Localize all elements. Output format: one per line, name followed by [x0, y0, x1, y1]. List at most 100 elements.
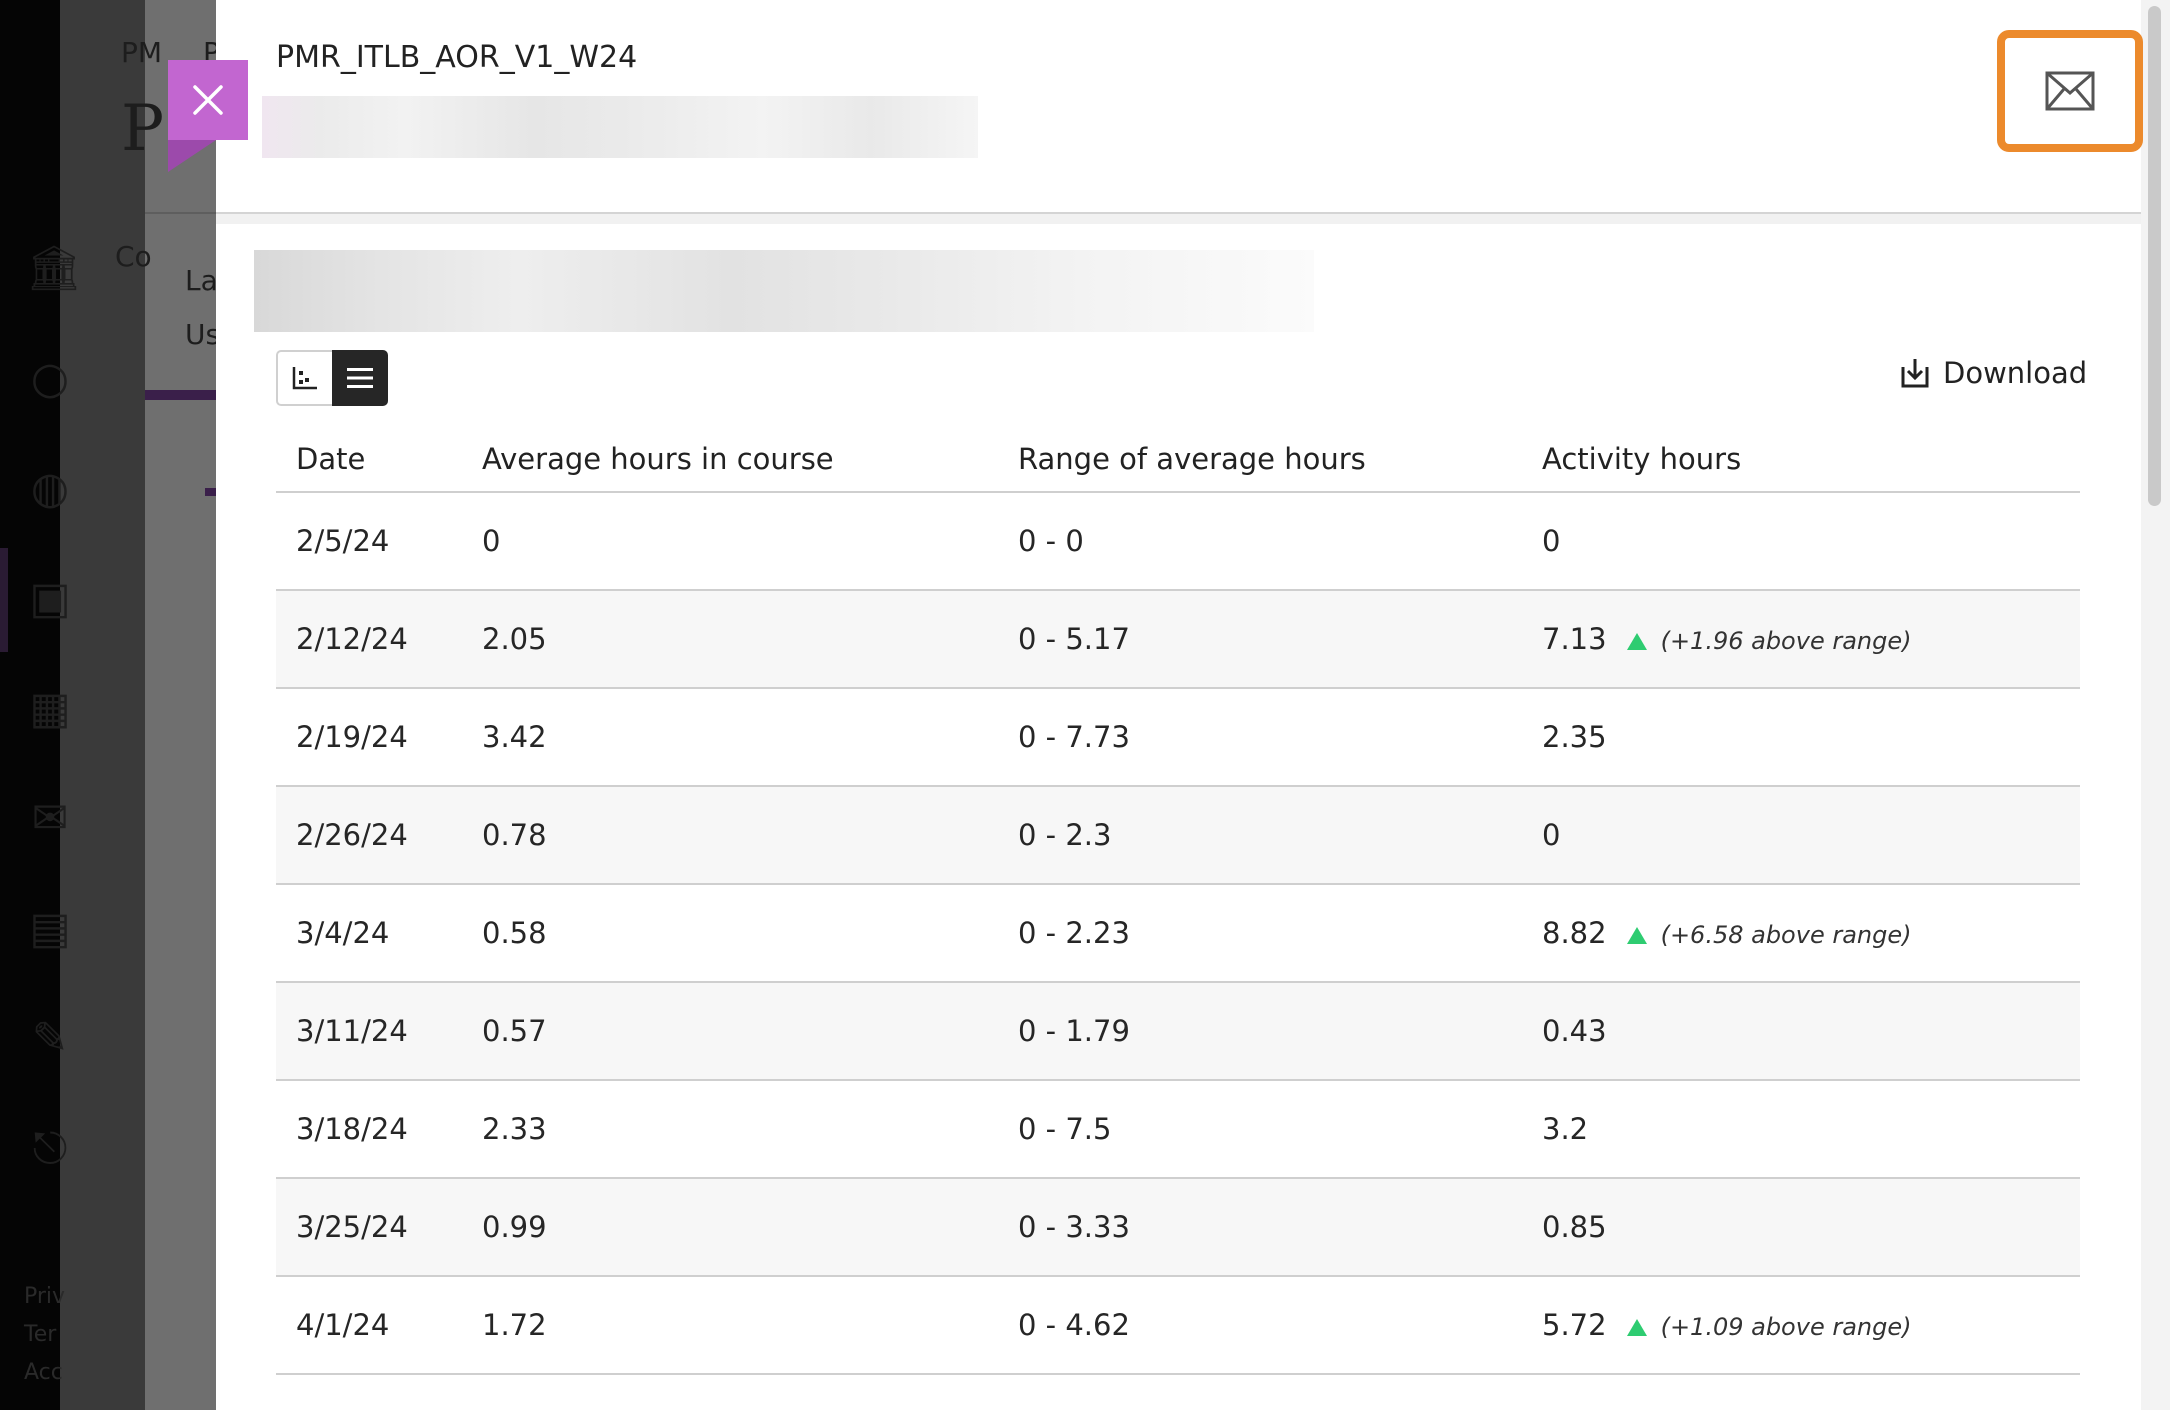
cell-average-hours-value: 2.05 [482, 622, 547, 656]
tools-icon: ✎ [31, 1013, 69, 1064]
scatter-chart-icon [292, 367, 317, 390]
above-range-note: (+1.96 above range) [1660, 627, 1912, 655]
table-row: 2/12/24 2.05 0 - 5.17 7.13 (+1.96 above rang… [276, 590, 2080, 689]
cell-date: 2/12/24 [276, 590, 462, 689]
scrollbar-thumb[interactable] [2148, 6, 2161, 506]
table-row: 2/5/24 0 0 - 0 0 [276, 492, 2080, 591]
bg-label-1: La [185, 264, 218, 297]
footer-link-terms: Ter [24, 1322, 57, 1347]
cell-range-value: 0 - 2.3 [1018, 818, 1112, 852]
cell-activity-hours-value: 0 [1542, 818, 1561, 852]
cell-average-hours: 1.72 [462, 1276, 998, 1375]
close-icon [193, 85, 223, 115]
view-toggle [276, 350, 388, 406]
table-row: 2/26/24 0.78 0 - 2.3 0 [276, 786, 2080, 885]
column-header-activity-hours[interactable]: Activity hours [1522, 430, 2080, 493]
column-header-average-hours[interactable]: Average hours in course [462, 430, 998, 493]
cell-activity-hours-value: 5.72 [1542, 1308, 1607, 1342]
footer-link-privacy: Priv [24, 1284, 66, 1309]
cell-range-value: 0 - 7.5 [1018, 1112, 1112, 1146]
cell-date-value: 2/5/24 [296, 524, 390, 558]
table-view-button[interactable] [332, 350, 388, 406]
table-row: 3/4/24 0.58 0 - 2.23 8.82 (+6.58 above range… [276, 884, 2080, 983]
cell-average-hours: 0.57 [462, 982, 998, 1081]
cell-range: 0 - 2.3 [998, 786, 1522, 885]
send-message-button[interactable] [1997, 30, 2143, 152]
cell-range: 0 - 7.5 [998, 1080, 1522, 1179]
background-active-indicator [0, 548, 8, 652]
bg-tab-content: Co [115, 240, 152, 273]
above-range-up-icon [1626, 927, 1647, 944]
calendar-icon: ▦ [29, 683, 71, 734]
cell-activity-hours: 0 [1522, 492, 2080, 591]
cell-range-value: 0 - 2.23 [1018, 916, 1130, 950]
column-header-date[interactable]: Date [276, 430, 462, 493]
institution-icon: 🏛 [26, 243, 82, 294]
profile-icon: ○ [30, 353, 70, 404]
list-icon [347, 368, 373, 388]
redacted-section-heading [254, 250, 1314, 332]
cell-date: 3/4/24 [276, 884, 462, 983]
cell-activity-hours-value: 7.13 [1542, 622, 1607, 656]
cell-range: 0 - 3.33 [998, 1178, 1522, 1277]
cell-average-hours-value: 1.72 [482, 1308, 547, 1342]
cell-date: 3/18/24 [276, 1080, 462, 1179]
cell-date: 4/1/24 [276, 1276, 462, 1375]
footer-link-accessibility: Acc [24, 1360, 63, 1385]
cell-activity-hours-value: 3.2 [1542, 1112, 1589, 1146]
download-label: Download [1943, 356, 2088, 390]
mail-icon [2045, 71, 2095, 111]
cell-range: 0 - 7.73 [998, 688, 1522, 787]
cell-range-value: 0 - 7.73 [1018, 720, 1130, 754]
cell-date-value: 2/26/24 [296, 818, 408, 852]
table-row: 3/25/24 0.99 0 - 3.33 0.85 [276, 1178, 2080, 1277]
header-shadow [216, 214, 2141, 224]
cell-average-hours: 0 [462, 492, 998, 591]
cell-activity-hours-value: 0 [1542, 524, 1561, 558]
download-button[interactable]: Download [1899, 356, 2087, 390]
course-code: PMR_ITLB_AOR_V1_W24 [276, 40, 638, 75]
cell-activity-hours: 0 [1522, 786, 2080, 885]
cell-date-value: 3/25/24 [296, 1210, 408, 1244]
signout-icon: ⎋ [32, 1123, 68, 1174]
cell-date-value: 2/19/24 [296, 720, 408, 754]
grades-icon: ▤ [29, 903, 71, 954]
cell-range-value: 0 - 3.33 [1018, 1210, 1130, 1244]
cell-date: 3/25/24 [276, 1178, 462, 1277]
cell-activity-hours: 2.35 [1522, 688, 2080, 787]
above-range-note: (+1.09 above range) [1660, 1313, 1912, 1341]
cell-range: 0 - 4.62 [998, 1276, 1522, 1375]
bg-page-title: P [121, 92, 165, 166]
cell-date: 3/11/24 [276, 982, 462, 1081]
background-footer-links: Priv Ter Acc [24, 1278, 65, 1392]
cell-activity-hours-value: 2.35 [1542, 720, 1607, 754]
cell-average-hours-value: 0.57 [482, 1014, 547, 1048]
cell-range-value: 0 - 5.17 [1018, 622, 1130, 656]
column-header-range[interactable]: Range of average hours [998, 430, 1522, 493]
background-sidebar: 🏛 ○ ◍ ▣ ▦ ✉ ▤ ✎ ⎋ Priv Ter Acc [0, 0, 145, 1410]
download-icon [1901, 359, 1929, 388]
cell-average-hours-value: 2.33 [482, 1112, 547, 1146]
close-panel-button[interactable] [168, 60, 248, 140]
table-row: 3/11/24 0.57 0 - 1.79 0.43 [276, 982, 2080, 1081]
cell-activity-hours: 7.13 (+1.96 above range) [1522, 590, 2080, 689]
cell-range-value: 0 - 1.79 [1018, 1014, 1130, 1048]
cell-date-value: 3/18/24 [296, 1112, 408, 1146]
cell-activity-hours-value: 0.85 [1542, 1210, 1607, 1244]
cell-average-hours-value: 0.99 [482, 1210, 547, 1244]
cell-range: 0 - 5.17 [998, 590, 1522, 689]
student-activity-panel: PMR_ITLB_AOR_V1_W24 Download Date Averag… [216, 0, 2141, 1410]
table-header-row: Date Average hours in course Range of av… [276, 430, 2080, 493]
above-range-up-icon [1626, 1319, 1647, 1336]
chart-view-button[interactable] [276, 350, 332, 406]
cell-range: 0 - 0 [998, 492, 1522, 591]
table-row: 4/1/24 1.72 0 - 4.62 5.72 (+1.09 above range… [276, 1276, 2080, 1375]
globe-icon: ◍ [30, 463, 70, 514]
cell-date: 2/19/24 [276, 688, 462, 787]
cell-activity-hours-value: 8.82 [1542, 916, 1607, 950]
cell-average-hours: 2.33 [462, 1080, 998, 1179]
cell-range-value: 0 - 0 [1018, 524, 1084, 558]
cell-average-hours: 0.78 [462, 786, 998, 885]
cell-activity-hours: 3.2 [1522, 1080, 2080, 1179]
cell-average-hours: 2.05 [462, 590, 998, 689]
